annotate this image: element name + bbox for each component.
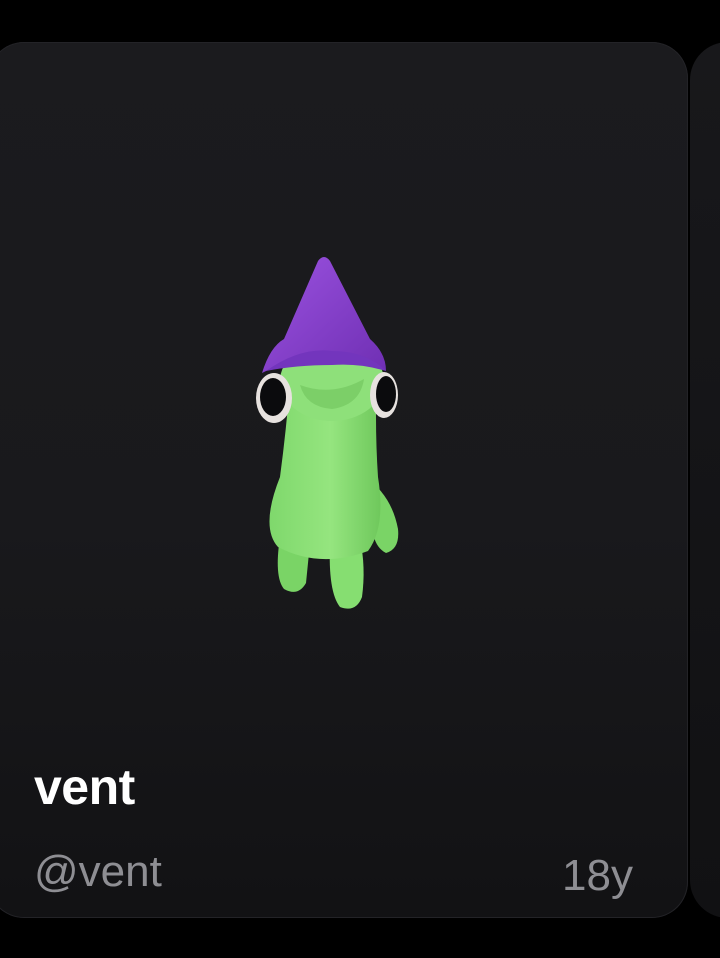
profile-card[interactable]: vent @vent 18y bbox=[0, 42, 688, 918]
profile-handle: @vent bbox=[34, 847, 162, 896]
screen: vent @vent 18y bbox=[0, 0, 720, 958]
profile-display-name: vent bbox=[34, 759, 135, 815]
next-profile-card-edge[interactable] bbox=[690, 42, 720, 918]
frog-avatar-icon bbox=[256, 257, 399, 609]
account-age-label: 18y bbox=[562, 851, 633, 900]
avatar[interactable] bbox=[240, 247, 420, 627]
